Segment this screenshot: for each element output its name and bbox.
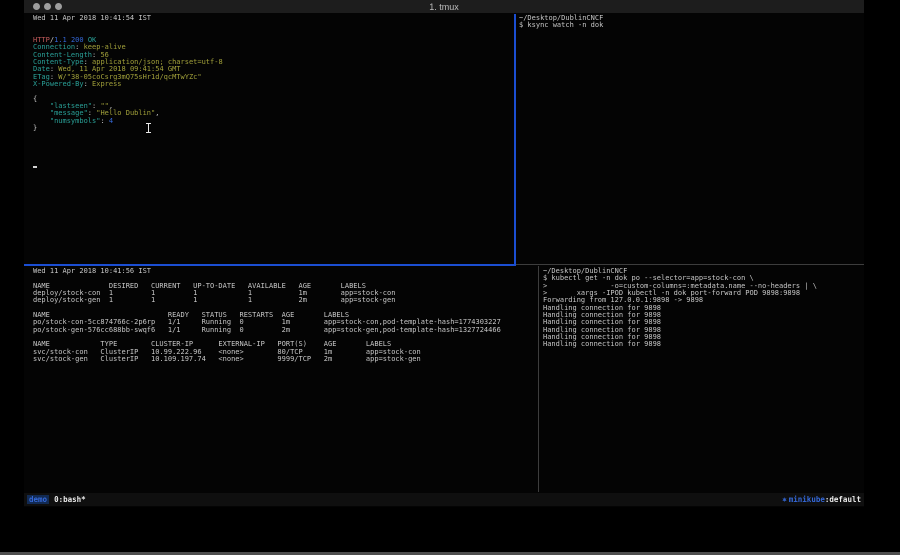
terminal-line: Wed 11 Apr 2018 10:41:56 IST — [33, 268, 543, 275]
terminal-line: Wed 11 Apr 2018 10:41:54 IST — [33, 15, 519, 22]
terminal-line: } — [33, 125, 519, 132]
terminal-line: X-Powered-By: Express — [33, 81, 519, 88]
terminal-line — [33, 30, 519, 37]
terminal-line: Handling connection for 9898 — [543, 341, 863, 348]
kubernetes-helm-icon: ⎈ — [782, 495, 787, 504]
pane-divider-horizontal[interactable] — [516, 264, 864, 265]
terminal-line: "numsymbols": 4 — [33, 118, 519, 125]
pane-http-output[interactable]: Wed 11 Apr 2018 10:41:54 ISTHTTP/1.1 200… — [24, 14, 519, 265]
terminal-line — [33, 88, 519, 95]
window-titlebar: 1. tmux — [24, 0, 864, 13]
terminal-window: 1. tmux Wed 11 Apr 2018 10:41:54 ISTHTTP… — [24, 0, 864, 507]
pane-port-forward[interactable]: ~/Desktop/DublinCNCF$ kubectl get -n dok… — [540, 266, 863, 494]
terminal-line: $ ksync watch -n dok — [519, 22, 863, 29]
pane-kubectl-get[interactable]: Wed 11 Apr 2018 10:41:56 ISTNAME DESIRED… — [24, 266, 543, 494]
terminal-cursor — [33, 166, 37, 168]
terminal-line: po/stock-gen-576cc688bb-swqf6 1/1 Runnin… — [33, 327, 543, 334]
kube-context: minikube — [789, 495, 825, 504]
window-tab-bash[interactable]: 0:bash* — [54, 495, 86, 504]
terminal-line: deploy/stock-gen 1 1 1 1 2m app=stock-ge… — [33, 297, 543, 304]
kube-namespace: :default — [825, 495, 861, 504]
pane-divider-vertical-bottom[interactable] — [538, 266, 539, 492]
window-title: 1. tmux — [24, 2, 864, 12]
terminal-line — [33, 22, 519, 29]
pane-ksync[interactable]: ~/Desktop/DublinCNCF$ ksync watch -n dok — [516, 14, 863, 265]
session-name: demo — [27, 495, 49, 504]
text-select-cursor-icon — [146, 123, 151, 133]
tmux-status-bar: demo 0:bash* ⎈ minikube :default — [24, 493, 864, 506]
terminal-line: svc/stock-gen ClusterIP 10.109.197.74 <n… — [33, 356, 543, 363]
